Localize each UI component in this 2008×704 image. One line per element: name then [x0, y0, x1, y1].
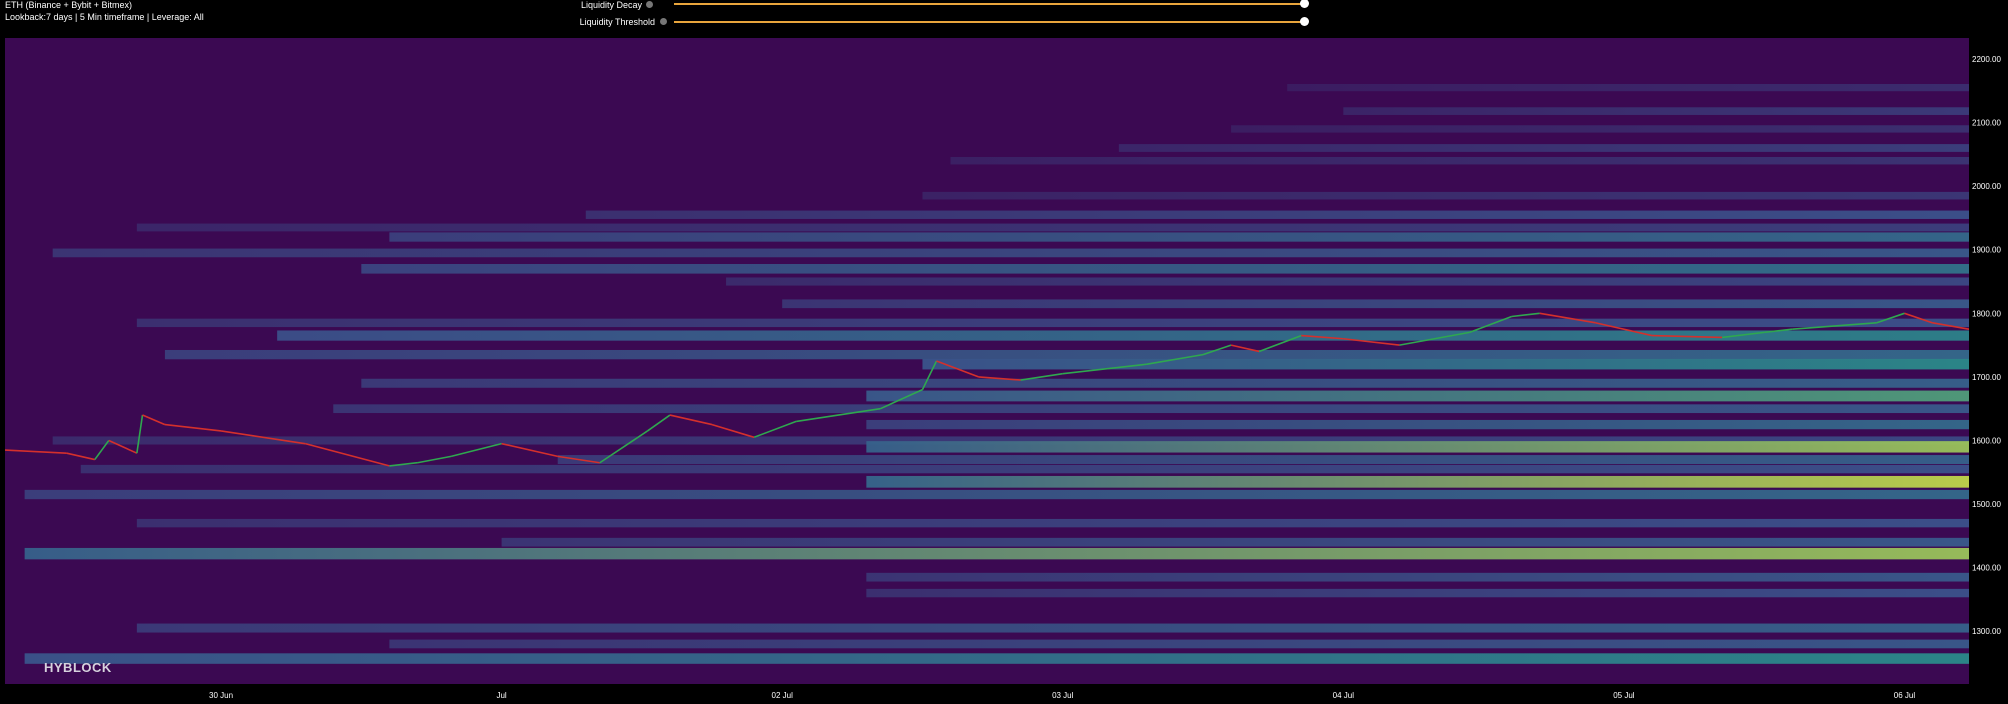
liquidity-band: [164, 349, 1969, 360]
liquidity-band: [361, 264, 1969, 274]
liquidity-band: [389, 639, 1969, 649]
liquidity-band: [52, 248, 1969, 258]
y-tick-label: 1400.00: [1972, 564, 2001, 573]
liquidity-band: [136, 318, 1969, 328]
chart-subtitle: Lookback:7 days | 5 Min timeframe | Leve…: [5, 12, 204, 22]
liquidity-band: [866, 588, 1969, 598]
liquidity-band: [24, 489, 1969, 500]
heatmap-svg: [5, 38, 1969, 684]
liquidity-band: [922, 358, 1969, 370]
liquidation-heatmap-plot[interactable]: [5, 38, 1969, 684]
liquidity-band: [866, 390, 1969, 402]
y-tick-label: 2000.00: [1972, 182, 2001, 191]
x-tick-label: 05 Jul: [1613, 691, 1635, 700]
x-tick-label: 06 Jul: [1894, 691, 1916, 700]
liquidity-band: [585, 210, 1969, 219]
liquidity-band: [333, 404, 1969, 414]
liquidity-band: [1287, 83, 1969, 92]
y-tick-label: 1800.00: [1972, 309, 2001, 318]
liquidity-band: [866, 419, 1969, 430]
liquidity-decay-slider-thumb[interactable]: [1300, 0, 1309, 8]
liquidity-band: [726, 277, 1969, 286]
liquidity-band: [782, 299, 1969, 309]
liquidity-threshold-slider[interactable]: [674, 21, 1304, 23]
liquidity-band: [277, 330, 1969, 341]
x-tick-label: Jul: [496, 691, 506, 700]
liquidity-band: [24, 653, 1969, 664]
x-tick-label: 04 Jul: [1333, 691, 1355, 700]
liquidity-band: [136, 623, 1969, 633]
liquidity-band: [361, 378, 1969, 388]
liquidity-band: [80, 464, 1969, 474]
liquidity-band: [1231, 125, 1969, 133]
liquidity-decay-label: Liquidity Decay: [580, 0, 642, 10]
liquidity-band: [866, 441, 1969, 453]
y-tick-label: 1300.00: [1972, 627, 2001, 636]
hyblock-watermark: HYBLOCK: [44, 660, 112, 675]
y-tick-label: 1900.00: [1972, 246, 2001, 255]
liquidity-threshold-info-icon[interactable]: [660, 18, 667, 25]
liquidity-decay-info-icon[interactable]: [646, 1, 653, 8]
liquidity-decay-slider[interactable]: [674, 3, 1304, 5]
y-axis: 1300.00 1400.00 1500.00 1600.00 1700.00 1800.…: [1972, 55, 2001, 636]
liquidity-band: [1118, 144, 1969, 152]
liquidity-band: [950, 156, 1969, 165]
x-tick-label: 30 Jun: [209, 691, 233, 700]
liquidity-band: [136, 223, 1969, 232]
liquidity-band: [922, 191, 1969, 200]
y-tick-label: 1700.00: [1972, 373, 2001, 382]
liquidity-band: [136, 518, 1969, 528]
liquidity-band: [866, 572, 1969, 582]
liquidity-band: [557, 455, 1969, 465]
x-tick-label: 02 Jul: [772, 691, 794, 700]
x-tick-label: 03 Jul: [1052, 691, 1074, 700]
y-tick-label: 1600.00: [1972, 436, 2001, 445]
y-tick-label: 2100.00: [1972, 119, 2001, 128]
liquidity-band: [389, 232, 1969, 242]
liquidity-band: [501, 537, 1969, 547]
y-tick-label: 1500.00: [1972, 500, 2001, 509]
chart-title: ETH (Binance + Bybit + Bitmex): [5, 0, 133, 10]
liquidity-threshold-slider-thumb[interactable]: [1300, 17, 1309, 26]
liquidity-threshold-label: Liquidity Threshold: [579, 17, 655, 27]
y-tick-label: 2200.00: [1972, 55, 2001, 64]
liquidity-band: [1343, 107, 1969, 115]
liquidity-band: [866, 475, 1969, 488]
x-axis: 30 Jun Jul 02 Jul 03 Jul 04 Jul 05 Jul 06 Jul: [209, 691, 1916, 700]
liquidity-band: [24, 547, 1969, 560]
